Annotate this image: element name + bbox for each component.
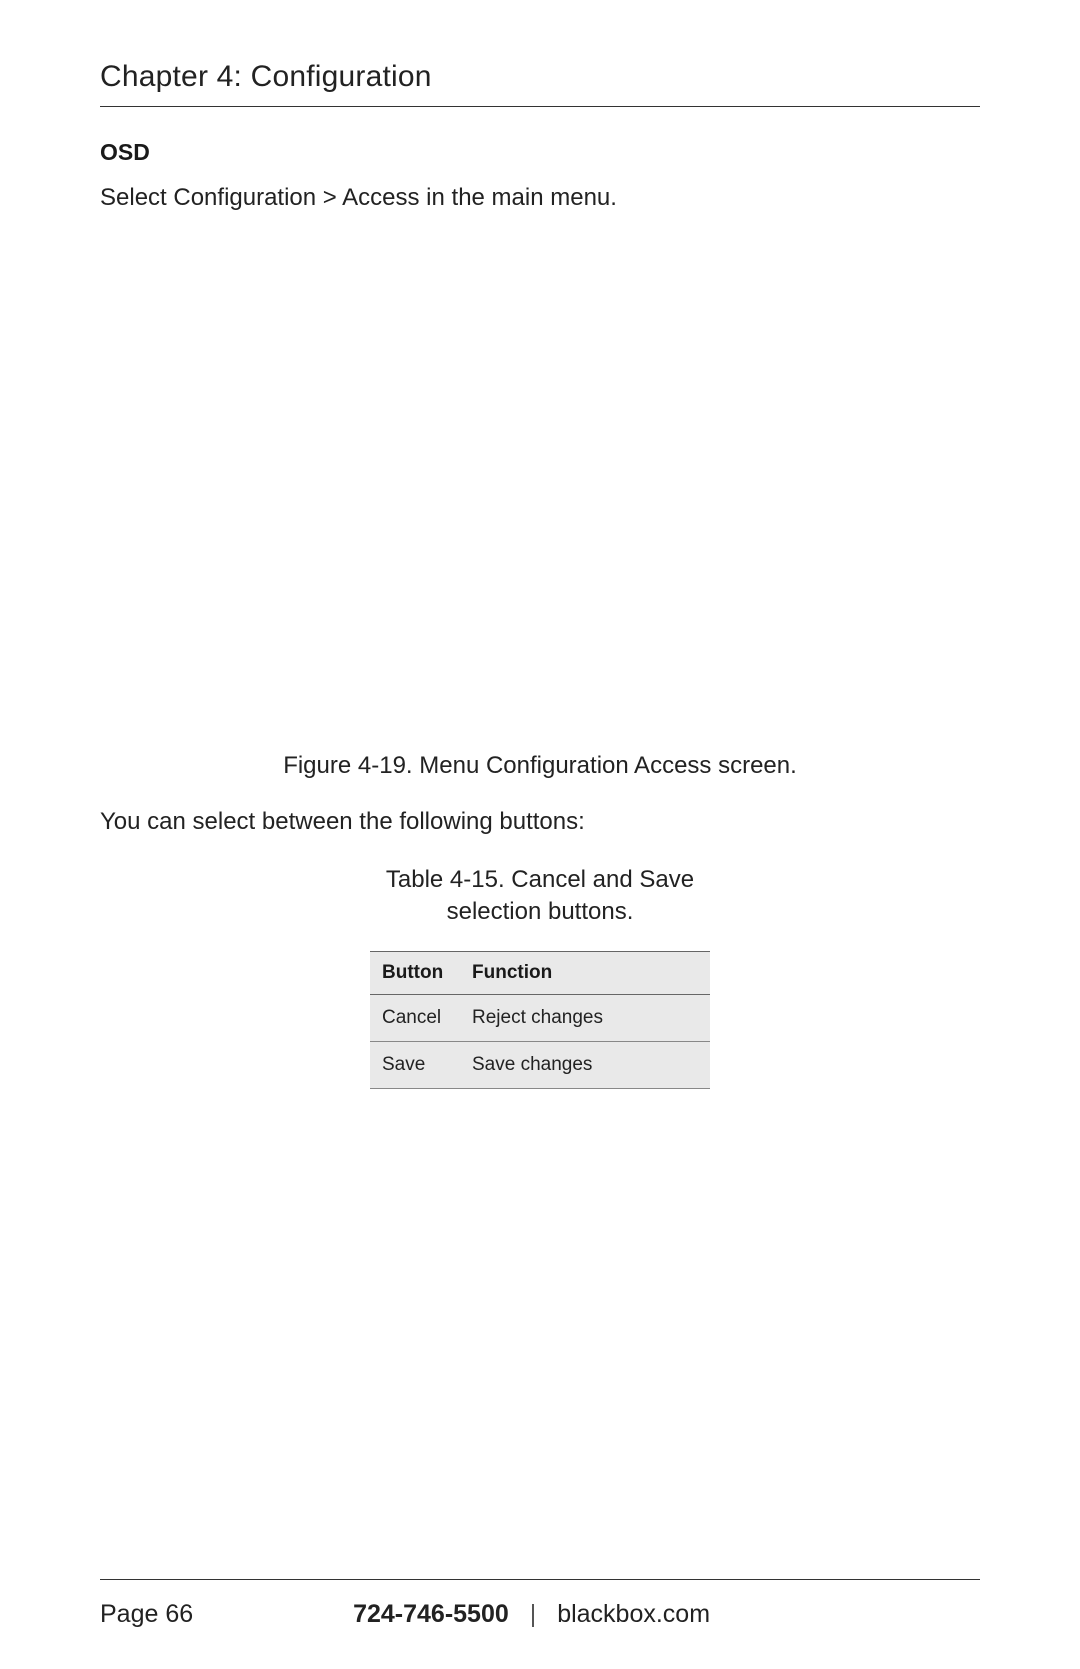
footer-center: 724-746-5500 | blackbox.com — [193, 1600, 870, 1629]
table-header-function: Function — [460, 951, 710, 994]
cell-button: Cancel — [370, 994, 460, 1041]
cell-button: Save — [370, 1041, 460, 1088]
table-row: Save Save changes — [370, 1041, 710, 1088]
cell-function: Reject changes — [460, 994, 710, 1041]
footer-phone: 724-746-5500 — [353, 1600, 509, 1628]
table-caption: Table 4-15. Cancel and Save selection bu… — [100, 864, 980, 929]
table-container: Button Function Cancel Reject changes Sa… — [100, 951, 980, 1089]
chapter-title: Chapter 4: Configuration — [100, 60, 980, 107]
table-row: Cancel Reject changes — [370, 994, 710, 1041]
instruction-text: Select Configuration > Access in the mai… — [100, 184, 980, 212]
body-text: You can select between the following but… — [100, 808, 980, 836]
section-label-osd: OSD — [100, 139, 980, 166]
footer-website: blackbox.com — [557, 1600, 710, 1628]
table-caption-line1: Table 4-15. Cancel and Save — [386, 866, 694, 893]
figure-placeholder — [100, 232, 980, 752]
buttons-table: Button Function Cancel Reject changes Sa… — [370, 951, 710, 1089]
document-page: Chapter 4: Configuration OSD Select Conf… — [0, 0, 1080, 1669]
page-number: Page 66 — [100, 1600, 193, 1629]
footer-divider: | — [530, 1600, 537, 1628]
table-caption-line2: selection buttons. — [447, 898, 634, 925]
table-header-button: Button — [370, 951, 460, 994]
figure-caption: Figure 4-19. Menu Configuration Access s… — [100, 752, 980, 780]
spacer — [100, 1089, 980, 1579]
cell-function: Save changes — [460, 1041, 710, 1088]
page-footer: Page 66 724-746-5500 | blackbox.com — [100, 1579, 980, 1629]
table-header-row: Button Function — [370, 951, 710, 994]
